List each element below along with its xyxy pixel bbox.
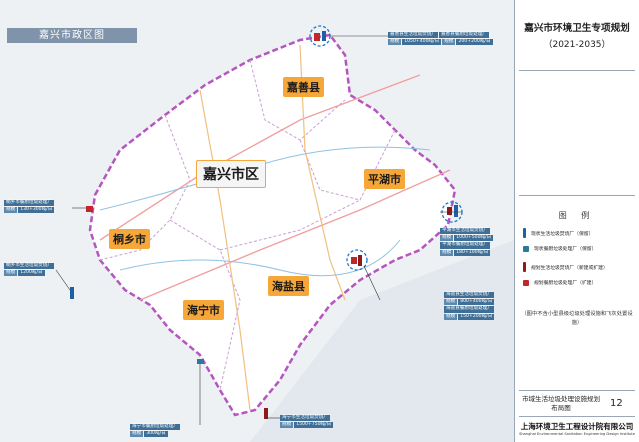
incinerator-existing-icon <box>523 228 526 238</box>
divider <box>519 390 635 391</box>
district-label-jiaxing-urban: 嘉兴市区 <box>196 160 266 188</box>
facility-marker-haining-kitchen <box>197 359 204 364</box>
legend-label: 规划生活垃圾焚烧厂（新建或扩建） <box>531 265 608 271</box>
plan-period: （2021-2035） <box>543 40 611 50</box>
map-title: 嘉兴市政区图 <box>7 28 137 43</box>
district-label-jiashan: 嘉善县 <box>283 77 324 97</box>
callout-cell: 桐乡市生活垃圾焚烧厂 <box>4 263 54 270</box>
divider <box>519 416 635 417</box>
legend-item: 现状生活垃圾焚烧厂（保留） <box>523 228 593 238</box>
callout-cell: 规模 <box>444 313 458 320</box>
callout-jiashan: 嘉善县生活垃圾焚烧厂 嘉善县餐厨垃圾处理厂 规模 1050+400吨/日 规模 200+… <box>388 32 494 46</box>
callout-cell: 800+400吨/日 <box>458 299 495 306</box>
incinerator-planned-icon <box>523 262 526 272</box>
legend-label: 现状餐厨垃圾处理厂（保留） <box>534 247 597 252</box>
callout-cell: 海盐县餐厨垃圾处理厂 <box>444 306 494 313</box>
callout-cell: 150+200吨/日 <box>458 313 495 320</box>
legend-label: 规划餐厨垃圾处理厂（扩建） <box>534 281 597 286</box>
facility-marker-jiashan-kitchen <box>314 33 320 41</box>
facility-marker-haining-incinerator <box>264 408 268 419</box>
callout-haiyan: 海盐县生活垃圾焚烧厂 规模 800+400吨/日 海盐县餐厨垃圾处理厂 规模 150… <box>444 292 495 321</box>
callout-cell: 嘉善县餐厨垃圾处理厂 <box>438 32 489 39</box>
callout-tongxiang-kitchen: 桐乡市餐厨垃圾处理厂 规模 130+300吨/日 <box>4 200 55 214</box>
callout-cell: 海宁市生活垃圾焚烧厂 <box>280 415 330 422</box>
callout-cell: 规模 <box>442 39 456 46</box>
divider <box>519 70 635 71</box>
callout-tongxiang-incinerator: 桐乡市生活垃圾焚烧厂 规模 1200吨/日 <box>4 263 55 277</box>
legend-item: 规划生活垃圾焚烧厂（新建或扩建） <box>523 262 608 272</box>
callout-cell: 200+200吨/日 <box>456 39 493 46</box>
callout-cell: 1500+750吨/日 <box>294 422 334 429</box>
facility-marker-pinghu-incinerator <box>454 205 458 217</box>
drawing-sheet: 嘉兴市政区图 嘉兴市区 嘉善县 平湖市 桐乡市 海盐县 海宁市 嘉善县生活垃圾焚… <box>0 0 639 442</box>
callout-cell: 平湖市餐厨垃圾处理厂 <box>440 242 490 249</box>
district-label-haiyan: 海盐县 <box>268 276 309 296</box>
facility-marker-jiashan-incinerator <box>322 31 326 41</box>
callout-cell: 300吨/日 <box>144 431 168 438</box>
callout-cell: 海盐县生活垃圾焚烧厂 <box>444 292 494 299</box>
callout-cell: 规模 <box>4 270 18 277</box>
callout-cell: 嘉善县生活垃圾焚烧厂 <box>388 32 438 39</box>
legend-item: 现状餐厨垃圾处理厂（保留） <box>523 245 596 252</box>
district-label-pinghu: 平湖市 <box>364 169 405 189</box>
callout-cell: 1200吨/日 <box>18 270 45 277</box>
kitchen-existing-icon <box>523 245 529 252</box>
callout-cell: 130+300吨/日 <box>18 207 55 214</box>
callout-cell: 180+100吨/日 <box>454 249 491 256</box>
callout-cell: 平湖市生活垃圾焚烧厂 <box>440 228 490 235</box>
legend-note: （图中不含小型县级垃圾处理设施和飞灰处置设施） <box>521 311 633 326</box>
company-name-en: Shanghai Environmental Sanitation Engine… <box>519 432 635 436</box>
page-number: 12 <box>610 398 623 409</box>
callout-cell: 规模 <box>388 39 402 46</box>
divider <box>519 195 635 196</box>
facility-marker-pinghu-kitchen <box>447 207 452 215</box>
district-label-haining: 海宁市 <box>183 300 224 320</box>
callout-cell: 规模 <box>130 431 144 438</box>
callout-cell: 规模 <box>280 422 294 429</box>
map-canvas <box>0 0 514 442</box>
facility-marker-haiyan-incinerator <box>358 255 362 266</box>
callout-cell: 规模 <box>440 249 454 256</box>
map-panel: 嘉兴市政区图 嘉兴市区 嘉善县 平湖市 桐乡市 海盐县 海宁市 嘉善县生活垃圾焚… <box>0 0 515 442</box>
kitchen-planned-icon <box>523 279 529 286</box>
company-name: 上海环境卫生工程设计院有限公司 <box>520 422 634 431</box>
callout-cell: 海宁市餐厨垃圾处理厂 <box>130 424 180 431</box>
legend-title: 图 例 <box>558 211 596 220</box>
plan-title: 嘉兴市环境卫生专项规划 <box>524 23 630 34</box>
callout-haining-kitchen: 海宁市餐厨垃圾处理厂 规模 300吨/日 <box>130 424 181 438</box>
facility-marker-tongxiang-incinerator <box>70 287 74 299</box>
title-block: 嘉兴市环境卫生专项规划 （2021-2035） 图 例 现状生活垃圾焚烧厂（保留… <box>515 0 639 442</box>
facility-marker-haiyan-kitchen <box>351 257 357 264</box>
district-label-tongxiang: 桐乡市 <box>109 229 150 249</box>
callout-cell: 桐乡市餐厨垃圾处理厂 <box>4 200 54 207</box>
callout-haining-incinerator: 海宁市生活垃圾焚烧厂 规模 1500+750吨/日 <box>280 415 334 429</box>
facility-marker-tongxiang-kitchen <box>86 206 93 212</box>
callout-cell: 规模 <box>444 299 458 306</box>
callout-cell: 规模 <box>440 235 454 242</box>
callout-pinghu: 平湖市生活垃圾焚烧厂 规模 1000+500吨/日 平湖市餐厨垃圾处理厂 规模 18… <box>440 228 494 257</box>
callout-cell: 规模 <box>4 207 18 214</box>
legend-label: 现状生活垃圾焚烧厂（保留） <box>531 231 594 237</box>
callout-cell: 1000+500吨/日 <box>454 235 494 242</box>
sheet-title: 市域生活垃圾处理设施规划布局图 <box>522 395 600 412</box>
legend-item: 规划餐厨垃圾处理厂（扩建） <box>523 279 596 286</box>
callout-cell: 1050+400吨/日 <box>402 39 442 46</box>
